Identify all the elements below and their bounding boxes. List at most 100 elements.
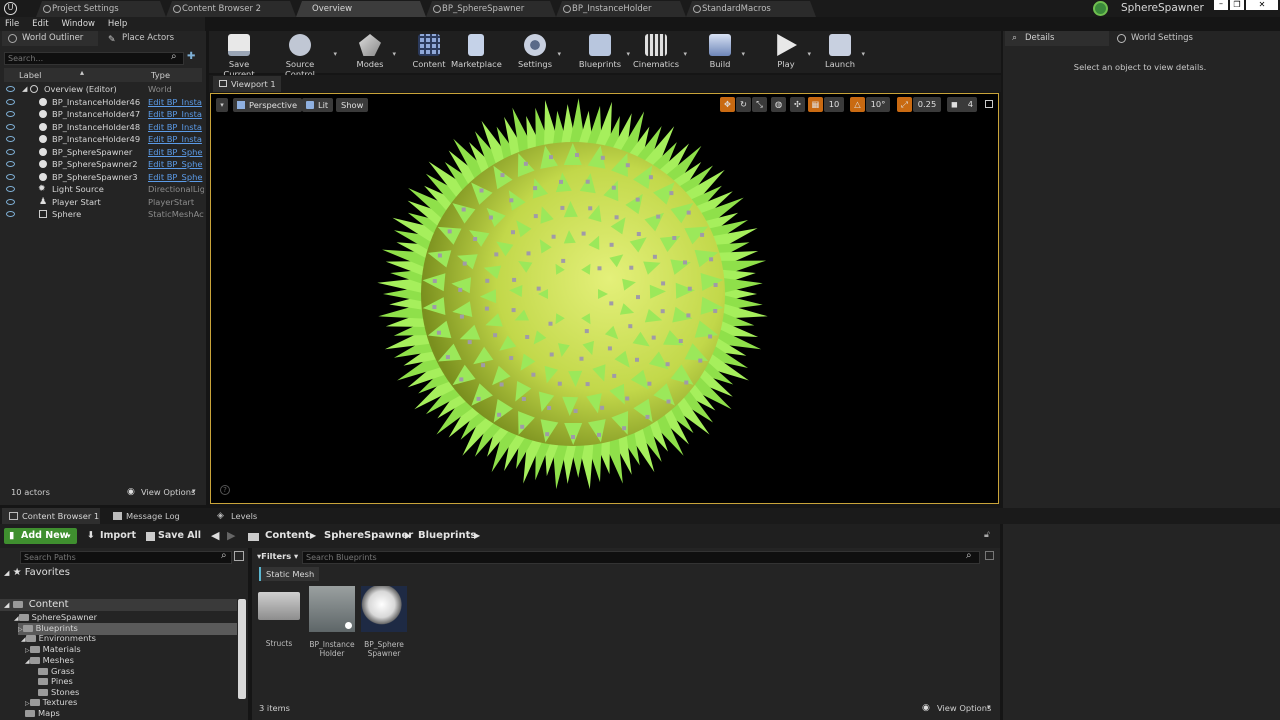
tree-item-maps[interactable]: Maps: [25, 708, 60, 718]
menu-window[interactable]: Window: [56, 17, 100, 31]
tab-world-settings[interactable]: World Settings: [1111, 31, 1219, 46]
grid-snap-value[interactable]: 10: [824, 97, 844, 112]
asset-search-input[interactable]: [302, 551, 980, 564]
search-paths-input[interactable]: [20, 551, 232, 564]
help-icon[interactable]: ?: [220, 485, 230, 495]
tab-content-browser-2[interactable]: Content Browser 2: [166, 1, 296, 17]
menu-edit[interactable]: Edit: [27, 17, 53, 31]
outliner-search-input[interactable]: [4, 52, 184, 65]
scale-snap-toggle[interactable]: ⤢: [897, 97, 912, 112]
visibility-eye-icon[interactable]: [6, 123, 15, 130]
blueprints-button[interactable]: Blueprints ▾: [578, 34, 630, 72]
show-button[interactable]: Show: [336, 98, 369, 112]
edit-blueprint-link[interactable]: Edit BP_Insta: [148, 121, 204, 133]
add-new-button[interactable]: ▮ Add New ▾: [4, 528, 77, 544]
visibility-eye-icon[interactable]: [6, 186, 15, 192]
tab-standardmacros[interactable]: StandardMacros: [686, 1, 816, 17]
tab-project-settings[interactable]: Project Settings: [36, 1, 166, 17]
modes-button[interactable]: Modes ▾: [352, 34, 396, 72]
history-back-button[interactable]: ◀: [211, 529, 219, 542]
settings-icon[interactable]: ✚: [187, 51, 195, 62]
breadcrumb-spherespawner[interactable]: SphereSpawner: [324, 524, 413, 548]
filters-button[interactable]: ▾Filters ▾: [257, 551, 298, 561]
asset-bp-instance-holder[interactable]: BP_Instance Holder: [309, 586, 355, 658]
list-item[interactable]: ◢ Overview (Editor) World: [6, 83, 204, 95]
list-item[interactable]: BP_InstanceHolder48 Edit BP_Insta: [6, 121, 204, 133]
grid-snap-toggle[interactable]: ▦: [808, 97, 823, 112]
list-item[interactable]: BP_InstanceHolder46 Edit BP_Insta: [6, 96, 204, 108]
close-button[interactable]: ✕: [1246, 0, 1278, 10]
surface-snap-button[interactable]: ✣: [790, 97, 805, 112]
visibility-eye-icon[interactable]: [6, 173, 15, 180]
visibility-eye-icon[interactable]: [6, 98, 15, 105]
list-item[interactable]: Sphere StaticMeshAct: [6, 208, 204, 220]
asset-view-options-button[interactable]: View Options: [937, 703, 991, 713]
sources-options-icon[interactable]: [234, 551, 244, 561]
edit-blueprint-link[interactable]: Edit BP_Sphe: [148, 158, 204, 170]
rotation-snap-toggle[interactable]: △: [850, 97, 865, 112]
level-viewport[interactable]: ▾ Perspective Lit Show ✥ ↻ ⤡ ◍ ✣ ▦ 10 △ …: [210, 93, 999, 504]
visibility-eye-icon[interactable]: [6, 111, 15, 117]
visibility-eye-icon[interactable]: [6, 211, 15, 217]
list-item[interactable]: ✹ Light Source DirectionalLig: [6, 183, 204, 195]
edit-blueprint-link[interactable]: Edit BP_Insta: [148, 133, 204, 145]
asset-structs-folder[interactable]: Structs: [256, 586, 302, 648]
tree-item-pines[interactable]: Pines: [38, 676, 73, 686]
visibility-eye-icon[interactable]: [6, 136, 15, 142]
maximize-viewport-icon[interactable]: [985, 100, 993, 108]
history-forward-button[interactable]: ▶: [227, 529, 235, 542]
outliner-view-options-button[interactable]: View Options: [141, 487, 195, 497]
import-button[interactable]: ⬇ Import: [85, 528, 136, 544]
filter-chip-static-mesh[interactable]: Static Mesh: [259, 567, 320, 581]
tab-content-browser-1[interactable]: Content Browser 1: [2, 508, 100, 524]
tab-overview[interactable]: Overview: [296, 1, 426, 17]
list-item[interactable]: ♟ Player Start PlayerStart: [6, 196, 204, 208]
tree-scrollbar[interactable]: [238, 599, 246, 699]
tab-viewport-1[interactable]: Viewport 1: [213, 76, 281, 92]
perspective-button[interactable]: Perspective: [233, 98, 303, 112]
lit-button[interactable]: Lit: [302, 98, 334, 112]
save-search-icon[interactable]: [985, 551, 994, 560]
list-item[interactable]: BP_SphereSpawner3 Edit BP_Sphe: [6, 171, 204, 183]
sphere-scene[interactable]: [211, 94, 999, 504]
list-item[interactable]: BP_InstanceHolder47 Edit BP_Insta: [6, 108, 204, 120]
save-all-button[interactable]: Save All: [144, 528, 201, 544]
content-button[interactable]: Content: [411, 34, 447, 72]
list-item[interactable]: BP_SphereSpawner Edit BP_Sphe: [6, 146, 204, 158]
breadcrumb-blueprints[interactable]: Blueprints: [418, 524, 476, 548]
visibility-eye-icon[interactable]: [6, 148, 15, 155]
tree-item-stones[interactable]: Stones: [38, 687, 79, 697]
visibility-eye-icon[interactable]: [6, 161, 15, 167]
rotation-snap-value[interactable]: 10°: [866, 97, 890, 112]
tab-bp-spherespawner[interactable]: BP_SphereSpawner: [426, 1, 556, 17]
viewport-options-button[interactable]: ▾: [216, 98, 228, 112]
tab-bp-instanceholder[interactable]: BP_InstanceHolder: [556, 1, 686, 17]
column-type[interactable]: Type: [151, 70, 170, 80]
menu-help[interactable]: Help: [103, 17, 132, 31]
list-item[interactable]: BP_InstanceHolder49 Edit BP_Insta: [6, 133, 204, 145]
column-label[interactable]: Label: [19, 70, 41, 80]
edit-blueprint-link[interactable]: Edit BP_Sphe: [148, 146, 204, 158]
visibility-eye-icon[interactable]: [6, 86, 15, 92]
save-current-button[interactable]: Save Current: [213, 34, 265, 79]
asset-bp-sphere-spawner[interactable]: BP_Sphere Spawner: [361, 586, 407, 658]
tab-details[interactable]: ⌕ Details: [1005, 31, 1109, 46]
expand-arrow-icon[interactable]: ◢: [22, 83, 27, 95]
cinematics-button[interactable]: Cinematics ▾: [633, 34, 687, 72]
tab-message-log[interactable]: Message Log: [107, 508, 205, 524]
edit-blueprint-link[interactable]: Edit BP_Sphe: [148, 171, 204, 183]
rotate-mode-button[interactable]: ↻: [736, 97, 751, 112]
menu-file[interactable]: File: [0, 17, 24, 31]
settings-button[interactable]: Settings ▾: [517, 34, 561, 72]
tab-levels[interactable]: ◈ Levels: [212, 508, 282, 524]
camera-speed-button[interactable]: ◼ 4: [947, 97, 977, 112]
visibility-eye-icon[interactable]: [6, 198, 15, 205]
tree-item-grass[interactable]: Grass: [38, 666, 75, 676]
source-control-status-icon[interactable]: [1093, 1, 1108, 16]
minimize-button[interactable]: –: [1214, 0, 1228, 10]
restore-button[interactable]: ❐: [1230, 0, 1244, 10]
marketplace-button[interactable]: Marketplace: [451, 34, 502, 72]
favorites-header[interactable]: ◢ ★ Favorites: [4, 567, 70, 578]
edit-blueprint-link[interactable]: Edit BP_Insta: [148, 96, 204, 108]
tab-place-actors[interactable]: ✎ Place Actors: [102, 31, 202, 46]
